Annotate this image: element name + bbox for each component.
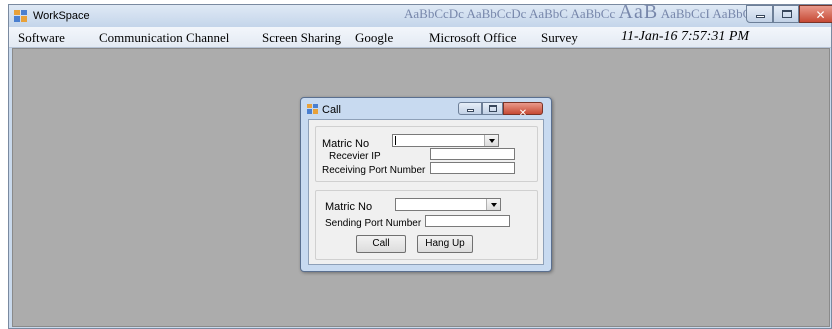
ghost-style-2: AaBbC AaBbCc bbox=[528, 6, 616, 21]
maximize-icon bbox=[782, 10, 792, 18]
menu-microsoft-office[interactable]: Microsoft Office bbox=[429, 30, 516, 46]
background-style-gallery-text: AaBbCcDc AaBbCcDc AaBbC AaBbCc AaB AaBbC… bbox=[404, 1, 773, 24]
call-dialog-title-bar[interactable]: Call ✕ bbox=[301, 98, 551, 119]
send-groupbox: Matric No Sending Port Number Call Hang … bbox=[315, 190, 538, 260]
menu-communication-channel[interactable]: Communication Channel bbox=[99, 30, 229, 46]
text-caret bbox=[395, 136, 396, 145]
ghost-style-3: AaB bbox=[618, 1, 659, 23]
chevron-down-icon[interactable] bbox=[486, 199, 500, 210]
call-form-icon bbox=[307, 104, 318, 114]
maximize-icon bbox=[489, 105, 497, 112]
menu-survey[interactable]: Survey bbox=[541, 30, 578, 46]
call-dialog: Call ✕ Matric No Recevier IP Receiving P… bbox=[300, 97, 552, 272]
menu-software[interactable]: Software bbox=[18, 30, 65, 46]
receive-groupbox: Matric No Recevier IP Receiving Port Num… bbox=[315, 126, 538, 182]
chevron-down-icon[interactable] bbox=[484, 135, 498, 146]
receiver-ip-label: Recevier IP bbox=[329, 151, 381, 162]
maximize-button[interactable] bbox=[773, 5, 799, 23]
datetime-label: 11-Jan-16 7:57:31 PM bbox=[621, 29, 750, 44]
ghost-style-1: AaBbCcDc AaBbCcDc bbox=[404, 6, 527, 21]
call-button[interactable]: Call bbox=[356, 235, 406, 253]
menu-bar: Software Communication Channel Screen Sh… bbox=[9, 27, 831, 48]
send-matric-combo[interactable] bbox=[395, 198, 501, 211]
sending-port-field[interactable] bbox=[425, 215, 510, 227]
minimize-icon bbox=[467, 109, 474, 112]
send-matric-label: Matric No bbox=[325, 201, 373, 213]
call-dialog-body: Matric No Recevier IP Receiving Port Num… bbox=[308, 119, 544, 265]
title-bar[interactable]: WorkSpace AaBbCcDc AaBbCcDc AaBbC AaBbCc… bbox=[9, 1, 832, 27]
receiving-port-label: Receiving Port Number bbox=[322, 165, 426, 176]
call-close-button[interactable]: ✕ bbox=[503, 102, 543, 119]
hang-up-button[interactable]: Hang Up bbox=[417, 235, 473, 253]
workspace-app-icon bbox=[14, 10, 27, 22]
call-dialog-title: Call bbox=[322, 104, 341, 116]
minimize-button[interactable] bbox=[746, 5, 773, 23]
sending-port-label: Sending Port Number bbox=[325, 218, 422, 229]
close-button[interactable]: ✕ bbox=[799, 5, 832, 23]
window-title: WorkSpace bbox=[33, 10, 90, 22]
receive-matric-combo[interactable] bbox=[392, 134, 499, 147]
close-icon: ✕ bbox=[518, 108, 528, 119]
receiver-ip-field[interactable] bbox=[430, 148, 515, 160]
receiving-port-field[interactable] bbox=[430, 162, 515, 174]
receive-matric-label: Matric No bbox=[322, 138, 370, 150]
call-minimize-button[interactable] bbox=[458, 102, 482, 115]
close-icon: ✕ bbox=[815, 8, 826, 22]
menu-google[interactable]: Google bbox=[355, 30, 393, 46]
menu-screen-sharing[interactable]: Screen Sharing bbox=[262, 30, 341, 46]
minimize-icon bbox=[756, 15, 765, 18]
call-maximize-button[interactable] bbox=[482, 102, 503, 115]
